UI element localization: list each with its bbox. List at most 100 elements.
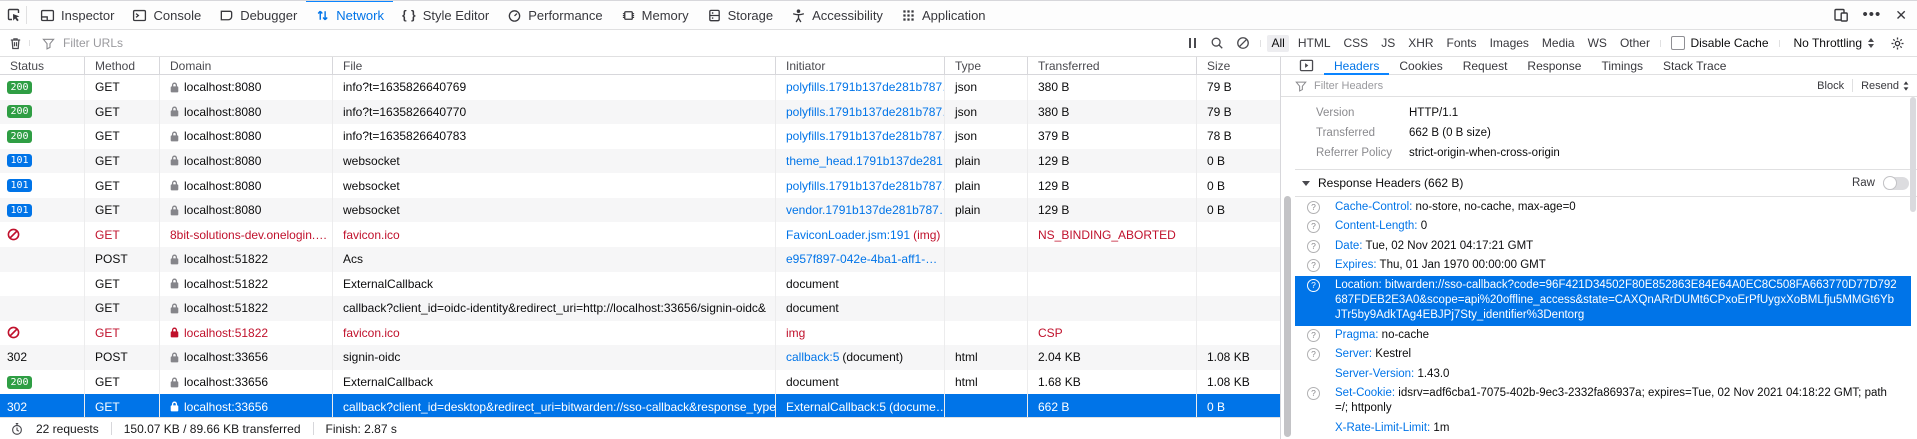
request-row[interactable]: GET localhost:51822 favicon.ico img CSP bbox=[0, 321, 1280, 346]
filter-urls-input[interactable] bbox=[61, 35, 385, 51]
tab-inspector[interactable]: Inspector bbox=[31, 1, 123, 29]
response-header-row[interactable]: ?Location: bitwarden://sso-callback?code… bbox=[1295, 276, 1911, 326]
header-name[interactable]: Location: bbox=[1335, 279, 1382, 291]
responsive-design-mode-icon[interactable] bbox=[1833, 7, 1849, 23]
response-headers-section[interactable]: Response Headers (662 B) Raw bbox=[1295, 169, 1917, 197]
request-row[interactable]: 200 GET localhost:8080 info?t=1635826640… bbox=[0, 75, 1280, 100]
details-tab-timings[interactable]: Timings bbox=[1591, 57, 1653, 74]
filter-type-html[interactable]: HTML bbox=[1293, 35, 1335, 52]
tab-debugger[interactable]: Debugger bbox=[210, 1, 306, 29]
header-name[interactable]: Cache-Control: bbox=[1335, 201, 1412, 213]
details-tab-response[interactable]: Response bbox=[1517, 57, 1591, 74]
request-row[interactable]: 200 GET localhost:33656 ExternalCallback… bbox=[0, 370, 1280, 395]
request-row[interactable]: 101 GET localhost:8080 websocket theme_h… bbox=[0, 149, 1280, 174]
tab-performance[interactable]: Performance bbox=[498, 1, 611, 29]
block-button[interactable]: Block bbox=[1817, 80, 1844, 92]
help-icon[interactable]: ? bbox=[1307, 387, 1320, 400]
initiator-link[interactable]: ExternalCallback:5 bbox=[786, 400, 886, 414]
initiator-link[interactable]: theme_head.1791b137de281… bbox=[786, 154, 945, 168]
help-icon[interactable]: ? bbox=[1307, 240, 1320, 253]
header-name[interactable]: Date: bbox=[1335, 240, 1363, 252]
filter-type-all[interactable]: All bbox=[1267, 35, 1289, 52]
column-header-type[interactable]: Type bbox=[945, 57, 1028, 74]
response-header-row[interactable]: ?Server: Kestrel bbox=[1295, 345, 1911, 364]
filter-type-images[interactable]: Images bbox=[1485, 35, 1533, 52]
response-header-row[interactable]: Server-Version: 1.43.0 bbox=[1295, 365, 1911, 384]
filter-type-fonts[interactable]: Fonts bbox=[1442, 35, 1481, 52]
details-tab-headers[interactable]: Headers bbox=[1324, 57, 1389, 74]
element-picker-icon[interactable] bbox=[6, 7, 22, 23]
tab-console[interactable]: Console bbox=[123, 1, 210, 29]
response-header-row[interactable]: ?Set-Cookie: idsrv=adf6cba1-7075-402b-9e… bbox=[1295, 384, 1911, 419]
help-icon[interactable]: ? bbox=[1307, 259, 1320, 272]
header-name[interactable]: X-Rate-Limit-Limit: bbox=[1335, 422, 1430, 434]
filter-type-css[interactable]: CSS bbox=[1339, 35, 1373, 52]
column-header-file[interactable]: File bbox=[333, 57, 776, 74]
request-row[interactable]: 101 GET localhost:8080 websocket polyfil… bbox=[0, 173, 1280, 198]
request-row[interactable]: POST localhost:51822 Acs e957f897-042e-4… bbox=[0, 247, 1280, 272]
help-icon[interactable]: ? bbox=[1307, 201, 1320, 214]
devtools-menu-icon[interactable]: ••• bbox=[1863, 10, 1882, 20]
panel-scrollbar-thumb[interactable] bbox=[1910, 97, 1916, 212]
details-tab-stack-trace[interactable]: Stack Trace bbox=[1653, 57, 1736, 74]
request-row[interactable]: 200 GET localhost:8080 info?t=1635826640… bbox=[0, 124, 1280, 149]
request-row[interactable]: GET localhost:51822 ExternalCallback doc… bbox=[0, 272, 1280, 297]
close-devtools-icon[interactable]: ✕ bbox=[1895, 7, 1907, 24]
split-panel-toggle-icon[interactable] bbox=[1299, 59, 1314, 72]
initiator-link[interactable]: FaviconLoader.jsm:191 bbox=[786, 228, 910, 242]
request-row[interactable]: 302 GET localhost:33656 callback?client_… bbox=[0, 394, 1280, 417]
header-name[interactable]: Expires: bbox=[1335, 259, 1377, 271]
header-name[interactable]: Set-Cookie: bbox=[1335, 387, 1395, 399]
resend-button[interactable]: Resend bbox=[1861, 80, 1909, 92]
request-row[interactable]: GET localhost:51822 callback?client_id=o… bbox=[0, 296, 1280, 321]
pause-traffic-icon[interactable] bbox=[1188, 38, 1198, 48]
search-icon[interactable] bbox=[1210, 36, 1224, 50]
column-header-initiator[interactable]: Initiator bbox=[776, 57, 945, 74]
request-row[interactable]: 101 GET localhost:8080 websocket vendor.… bbox=[0, 198, 1280, 223]
initiator-link[interactable]: polyfills.1791b137de281b787… bbox=[786, 179, 945, 193]
header-name[interactable]: Pragma: bbox=[1335, 329, 1378, 341]
column-header-transferred[interactable]: Transferred bbox=[1028, 57, 1197, 74]
headers-scrollbar-thumb[interactable] bbox=[1284, 196, 1291, 437]
initiator-link[interactable]: polyfills.1791b137de281b787… bbox=[786, 129, 945, 143]
column-header-status[interactable]: Status bbox=[0, 57, 85, 74]
help-icon[interactable]: ? bbox=[1307, 329, 1320, 342]
network-settings-gear-icon[interactable] bbox=[1890, 36, 1905, 51]
raw-toggle[interactable] bbox=[1883, 177, 1909, 190]
tab-storage[interactable]: Storage bbox=[698, 1, 783, 29]
filter-type-other[interactable]: Other bbox=[1615, 35, 1654, 52]
initiator-link[interactable]: callback:5 bbox=[786, 350, 839, 364]
details-tab-request[interactable]: Request bbox=[1453, 57, 1518, 74]
help-icon[interactable]: ? bbox=[1307, 279, 1320, 292]
column-header-domain[interactable]: Domain bbox=[160, 57, 333, 74]
tab-application[interactable]: Application bbox=[892, 1, 995, 29]
filter-type-ws[interactable]: WS bbox=[1583, 35, 1611, 52]
column-header-method[interactable]: Method bbox=[85, 57, 160, 74]
response-header-row[interactable]: ?Expires: Thu, 01 Jan 1970 00:00:00 GMT bbox=[1295, 256, 1911, 275]
response-header-row[interactable]: ?Content-Length: 0 bbox=[1295, 217, 1911, 236]
help-icon[interactable]: ? bbox=[1307, 220, 1320, 233]
block-request-icon[interactable] bbox=[1236, 36, 1250, 50]
clear-requests-icon[interactable] bbox=[8, 36, 23, 51]
header-name[interactable]: Server: bbox=[1335, 348, 1372, 360]
help-icon[interactable]: ? bbox=[1307, 348, 1320, 361]
filter-type-xhr[interactable]: XHR bbox=[1404, 35, 1438, 52]
details-tab-cookies[interactable]: Cookies bbox=[1389, 57, 1452, 74]
response-header-row[interactable]: ?Cache-Control: no-store, no-cache, max-… bbox=[1295, 198, 1911, 217]
initiator-link[interactable]: vendor.1791b137de281b787… bbox=[786, 203, 945, 217]
filter-type-media[interactable]: Media bbox=[1537, 35, 1579, 52]
initiator-link[interactable]: polyfills.1791b137de281b787… bbox=[786, 80, 945, 94]
tab-network[interactable]: Network bbox=[306, 1, 393, 29]
throttling-select[interactable]: No Throttling bbox=[1794, 36, 1874, 50]
header-name[interactable]: Content-Length: bbox=[1335, 220, 1417, 232]
tab-memory[interactable]: Memory bbox=[612, 1, 698, 29]
header-name[interactable]: Server-Version: bbox=[1335, 368, 1414, 380]
filter-type-js[interactable]: JS bbox=[1377, 35, 1400, 52]
request-row[interactable]: 200 GET localhost:8080 info?t=1635826640… bbox=[0, 100, 1280, 125]
disable-cache-checkbox[interactable] bbox=[1671, 36, 1685, 50]
initiator-link[interactable]: e957f897-042e-4ba1-aff1-… bbox=[786, 252, 937, 266]
response-header-row[interactable]: X-Rate-Limit-Limit: 1m bbox=[1295, 419, 1911, 438]
response-header-row[interactable]: ?Date: Tue, 02 Nov 2021 04:17:21 GMT bbox=[1295, 237, 1911, 256]
tab-accessibility[interactable]: Accessibility bbox=[782, 1, 892, 29]
response-header-row[interactable]: ?Pragma: no-cache bbox=[1295, 326, 1911, 345]
